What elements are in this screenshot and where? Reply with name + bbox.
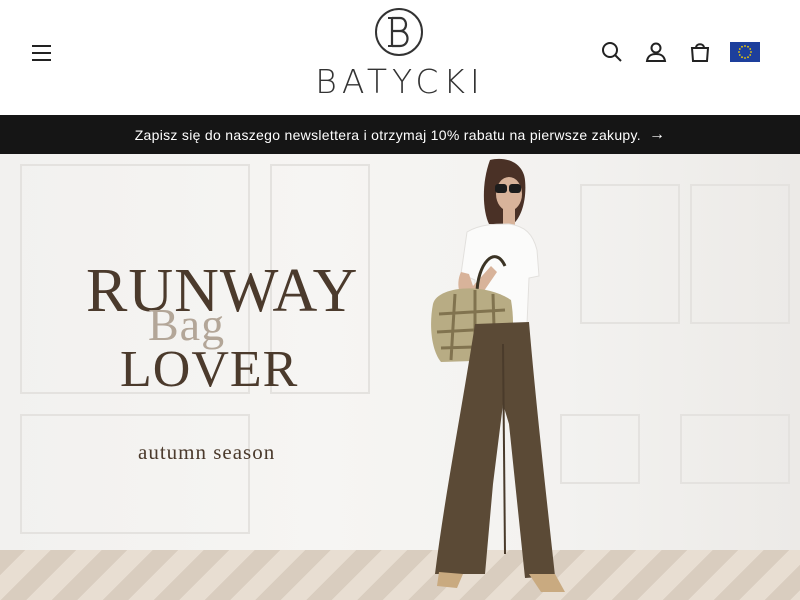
account-icon[interactable] xyxy=(644,40,668,64)
hero-subtitle: autumn season xyxy=(138,440,276,464)
eu-flag-icon[interactable] xyxy=(730,42,760,62)
wall-panel xyxy=(580,184,680,324)
wall-panel xyxy=(20,414,250,534)
cart-icon[interactable] xyxy=(688,40,712,64)
site-header: BATYCKI xyxy=(0,0,800,115)
parquet-floor xyxy=(0,550,800,600)
announcement-text: Zapisz się do naszego newslettera i otrz… xyxy=(134,126,641,143)
menu-icon[interactable] xyxy=(28,38,56,66)
hero-headline-lover: LOVER xyxy=(120,341,299,398)
logo-monogram-icon[interactable] xyxy=(375,8,423,56)
search-icon[interactable] xyxy=(600,40,624,64)
newsletter-announcement-bar[interactable]: Zapisz się do naszego newslettera i otrz… xyxy=(0,115,800,154)
logo-wordmark[interactable]: BATYCKI xyxy=(300,62,500,101)
arrow-right-icon: → xyxy=(648,125,666,143)
wall-panel xyxy=(690,184,790,324)
wall-panel xyxy=(680,414,790,484)
model-photo xyxy=(431,158,565,592)
hero-banner[interactable]: RUNWAY Bag LOVER autumn season xyxy=(0,154,800,600)
